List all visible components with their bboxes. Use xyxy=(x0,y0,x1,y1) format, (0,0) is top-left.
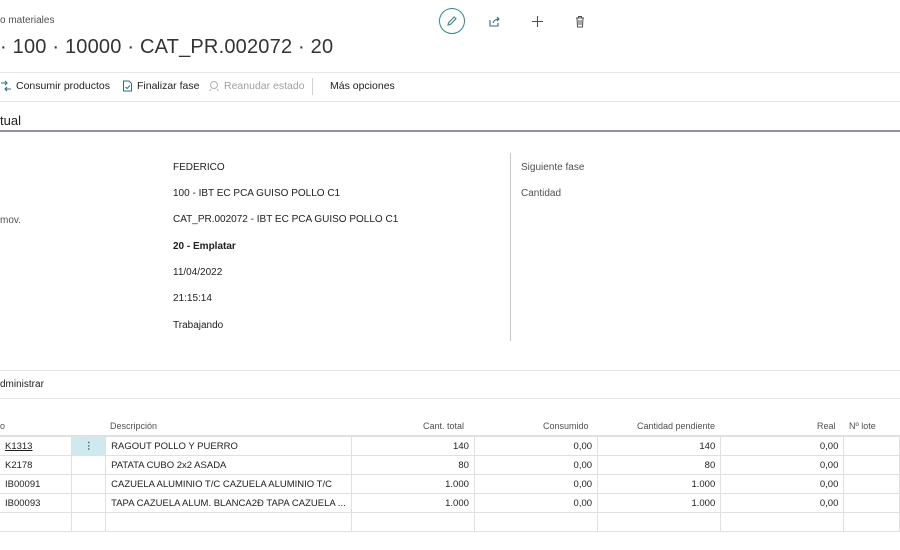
cell-real[interactable]: 0,00 xyxy=(720,436,845,456)
section-title[interactable]: tual xyxy=(0,113,21,128)
action-separator xyxy=(312,78,313,95)
cell-real[interactable]: 0,00 xyxy=(720,493,845,513)
action-bar: Consumir productos Finalizar fase Reanud… xyxy=(0,72,900,102)
consumir-productos-label: Consumir productos xyxy=(16,80,110,92)
cell-pendiente[interactable]: 140 xyxy=(597,436,722,456)
table-row[interactable]: K1313 ⋮ RAGOUT POLLO Y PUERRO 140 0,00 1… xyxy=(0,436,900,456)
share-icon xyxy=(488,16,500,27)
table-row[interactable]: K2178 PATATA CUBO 2x2 ASADA 80 0,00 80 0… xyxy=(0,455,900,475)
share-button[interactable] xyxy=(481,8,507,34)
cell-row-menu[interactable] xyxy=(71,474,107,494)
table-row[interactable]: IB00093 TAPA CAZUELA ALUM. BLANCA2Ð TAPA… xyxy=(0,493,900,513)
new-button[interactable] xyxy=(524,8,550,34)
field-value-phase[interactable]: 20 - Emplatar xyxy=(173,241,236,252)
cell-row-menu[interactable] xyxy=(71,493,107,513)
finalizar-fase-label: Finalizar fase xyxy=(137,80,200,92)
cell-consumido[interactable]: 0,00 xyxy=(473,436,599,456)
field-value-status[interactable]: Trabajando xyxy=(173,320,223,331)
col-header-code[interactable]: o xyxy=(0,421,5,431)
col-header-cant-total[interactable]: Cant. total xyxy=(423,421,464,431)
page-title: · 100 · 10000 · CAT_PR.002072 · 20 xyxy=(0,36,334,58)
field-value-order[interactable]: 100 - IBT EC PCA GUISO POLLO C1 xyxy=(173,188,340,199)
cell-code[interactable]: IB00093 xyxy=(0,493,73,513)
cell-consumido[interactable]: 0,00 xyxy=(473,455,599,475)
trash-icon xyxy=(576,15,584,27)
cell-descripcion[interactable]: PATATA CUBO 2x2 ASADA xyxy=(105,455,352,475)
cell-real[interactable]: 0,00 xyxy=(720,455,845,475)
field-value-time[interactable]: 21:15:14 xyxy=(173,293,212,304)
field-label-mov: mov. xyxy=(0,215,21,226)
row-menu-icon[interactable]: ⋮ xyxy=(71,436,107,456)
delete-button[interactable] xyxy=(567,8,593,34)
cell-cant-total[interactable]: 1.000 xyxy=(350,474,475,494)
subpage-top-divider xyxy=(0,370,900,371)
column-divider xyxy=(510,153,511,341)
cell-lote[interactable] xyxy=(843,455,900,475)
cell-empty[interactable] xyxy=(0,512,73,532)
cell-code[interactable]: K2178 xyxy=(0,455,73,475)
cell-consumido[interactable]: 0,00 xyxy=(473,493,599,513)
plus-icon xyxy=(531,15,543,27)
col-header-descripcion[interactable]: Descripción xyxy=(110,421,157,431)
col-header-pendiente[interactable]: Cantidad pendiente xyxy=(637,421,715,431)
cell-empty[interactable] xyxy=(105,512,352,532)
cell-lote[interactable] xyxy=(843,474,900,494)
cell-empty[interactable] xyxy=(350,512,475,532)
cell-empty[interactable] xyxy=(843,512,900,532)
field-label-siguiente-fase: Siguiente fase xyxy=(521,162,585,173)
subpage-header-divider xyxy=(0,398,900,399)
cell-pendiente[interactable]: 80 xyxy=(597,455,722,475)
table-row[interactable]: IB00091 CAZUELA ALUMINIO T/C CAZUELA ALU… xyxy=(0,474,900,494)
col-header-lote[interactable]: Nº lote xyxy=(849,421,876,431)
finalizar-fase-action[interactable]: Finalizar fase xyxy=(122,80,199,92)
cell-lote[interactable] xyxy=(843,436,900,456)
cell-consumido[interactable]: 0,00 xyxy=(473,474,599,494)
table-row-empty[interactable] xyxy=(0,512,900,532)
cell-code[interactable]: IB00091 xyxy=(0,474,73,494)
section-divider xyxy=(0,130,900,132)
field-value-user[interactable]: FEDERICO xyxy=(173,162,225,173)
field-label-cantidad: Cantidad xyxy=(521,188,562,199)
cell-empty[interactable] xyxy=(720,512,845,532)
resume-icon xyxy=(209,81,219,92)
consume-icon xyxy=(1,80,11,92)
edit-pencil-icon xyxy=(447,16,457,26)
col-header-consumido[interactable]: Consumido xyxy=(543,421,589,431)
cell-real[interactable]: 0,00 xyxy=(720,474,845,494)
consumir-productos-action[interactable]: Consumir productos xyxy=(0,80,110,92)
mas-opciones-label: Más opciones xyxy=(330,80,395,92)
subpage-administrar[interactable]: dministrar xyxy=(0,379,44,390)
reanudar-estado-action[interactable]: Reanudar estado xyxy=(208,80,305,92)
cell-code[interactable]: K1313 xyxy=(0,436,73,456)
col-header-real[interactable]: Real xyxy=(817,421,836,431)
mas-opciones-action[interactable]: Más opciones xyxy=(330,80,395,92)
cell-empty[interactable] xyxy=(71,512,107,532)
cell-lote[interactable] xyxy=(843,493,900,513)
edit-button[interactable] xyxy=(439,8,465,34)
reanudar-estado-label: Reanudar estado xyxy=(224,80,305,92)
cell-pendiente[interactable]: 1.000 xyxy=(597,474,722,494)
document-check-icon xyxy=(123,80,132,92)
cell-cant-total[interactable]: 80 xyxy=(350,455,475,475)
cell-descripcion[interactable]: TAPA CAZUELA ALUM. BLANCA2Ð TAPA CAZUELA… xyxy=(105,493,352,513)
cell-empty[interactable] xyxy=(473,512,599,532)
cell-empty[interactable] xyxy=(597,512,722,532)
cell-row-menu[interactable] xyxy=(71,455,107,475)
field-value-date[interactable]: 11/04/2022 xyxy=(173,267,222,278)
cell-descripcion[interactable]: RAGOUT POLLO Y PUERRO xyxy=(105,436,352,456)
cell-cant-total[interactable]: 140 xyxy=(350,436,475,456)
breadcrumb[interactable]: o materiales xyxy=(0,15,54,26)
cell-cant-total[interactable]: 1.000 xyxy=(350,493,475,513)
field-value-item[interactable]: CAT_PR.002072 - IBT EC PCA GUISO POLLO C… xyxy=(173,214,398,225)
cell-pendiente[interactable]: 1.000 xyxy=(597,493,722,513)
lines-grid: K1313 ⋮ RAGOUT POLLO Y PUERRO 140 0,00 1… xyxy=(0,436,900,532)
cell-descripcion[interactable]: CAZUELA ALUMINIO T/C CAZUELA ALUMINIO T/… xyxy=(105,474,352,494)
